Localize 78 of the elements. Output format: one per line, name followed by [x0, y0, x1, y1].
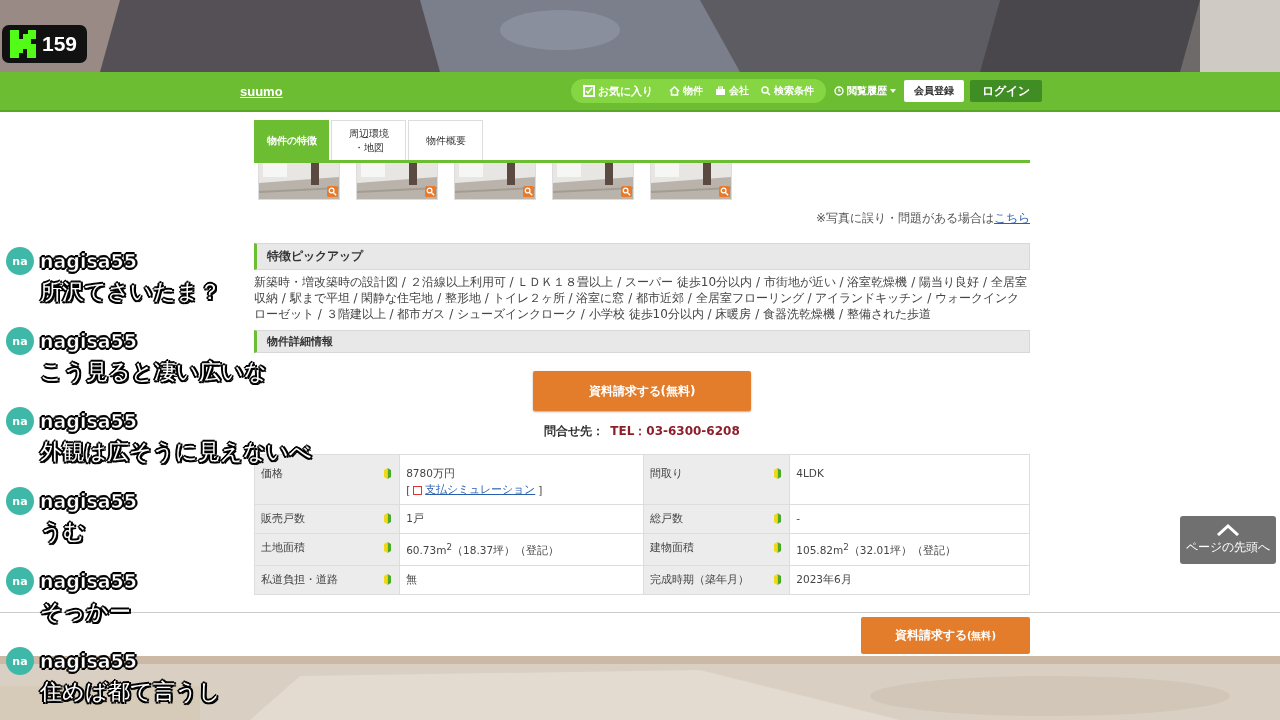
chat-username: nagisa55	[40, 410, 138, 432]
report-link[interactable]: こちら	[994, 211, 1030, 225]
beginner-mark-icon[interactable]	[773, 572, 783, 585]
k-logo-icon	[10, 30, 36, 58]
nav-link[interactable]: 物件	[669, 84, 703, 98]
tab[interactable]: 物件の特徴	[254, 120, 329, 160]
row-value: 60.73m$^{2}$（18.37坪）（登記）	[406, 543, 560, 556]
chat-username: nagisa55	[40, 490, 138, 512]
beginner-mark-icon[interactable]	[383, 541, 393, 553]
row-value: 2023年6月	[796, 572, 852, 585]
row-label: 総戸数	[643, 504, 768, 534]
request-button[interactable]: 資料請求する(無料)	[533, 371, 751, 411]
chat-username: nagisa55	[40, 250, 138, 272]
magnifier-icon[interactable]	[719, 186, 730, 197]
chat-username: nagisa55	[40, 650, 138, 672]
chat-message: こう見ると凄い広いな	[40, 357, 267, 387]
beginner-mark-icon[interactable]	[773, 467, 783, 479]
bracket-text: ]	[538, 484, 543, 496]
nav-link[interactable]: 検索条件	[761, 84, 814, 98]
row-value: 無	[406, 572, 418, 585]
row-value: 105.82m$^{2}$（32.01坪）（登記）	[796, 543, 956, 556]
tab[interactable]: 周辺環境 ・地図	[331, 120, 406, 160]
row-value: 4LDK	[796, 467, 824, 479]
contact-label: 問合せ先：	[544, 424, 605, 438]
chat-message: 住めば都て言うし	[40, 678, 221, 706]
history-menu[interactable]: 閲覧履歴	[834, 84, 896, 98]
house-icon	[669, 86, 680, 96]
avatar: na	[6, 247, 34, 275]
phone-number: TEL：03-6300-6208	[610, 424, 740, 438]
nav-link[interactable]: お気に入り	[583, 83, 653, 99]
login-button[interactable]: ログイン	[970, 80, 1042, 102]
square-icon	[413, 485, 423, 495]
row-label: 完成時期（築年月）	[643, 565, 768, 594]
site-logo[interactable]: suumo	[240, 83, 283, 99]
request-button[interactable]: 資料請求する(無料)	[861, 617, 1030, 654]
avatar: na	[6, 327, 34, 355]
beginner-mark-icon[interactable]	[383, 572, 393, 585]
beginner-mark-icon[interactable]	[773, 512, 783, 524]
chat-username: nagisa55	[40, 330, 138, 352]
feature-list: 新築時・増改築時の設計図 / ２沿線以上利用可 / ＬＤＫ１８畳以上 / スーパー 徒歩10分以内 / 市街地が近い / 浴室乾燥機 / 陽当り良好 / 全居室収納 / 駅まで平坦 / 閑静な住宅地 / 整形地 / トイレ２ヶ所 / 浴室に窓 / 都市近郊 / 全居室フローリング / アイランドキッチン / ウォークインクローゼット / ３階建以上 / 都市ガス / シューズインクローク / 小学校 徒歩10分以内 / 床暖房 / 食器洗乾燥機 / 整備された歩道	[254, 274, 1030, 322]
row-label: 間取り	[643, 454, 768, 505]
section-heading: 特徴ピックアップ	[254, 243, 1030, 270]
register-button[interactable]: 会員登録	[904, 80, 964, 102]
avatar: na	[6, 407, 34, 435]
nav-link[interactable]: 会社	[715, 84, 749, 98]
search-icon	[761, 86, 771, 96]
photo-note: ※写真に誤り・問題がある場合は	[815, 211, 994, 225]
row-value: 1戸	[406, 512, 424, 524]
avatar: na	[6, 487, 34, 515]
row-value: 8780万円	[406, 467, 455, 479]
caret-icon	[890, 89, 896, 93]
row-label: 土地面積	[254, 533, 378, 565]
bracket-text: [	[406, 484, 411, 496]
magnifier-icon[interactable]	[327, 186, 338, 197]
chevron-up-icon	[1216, 524, 1240, 536]
briefcase-icon	[715, 86, 726, 96]
beginner-mark-icon[interactable]	[383, 467, 393, 479]
row-value: -	[796, 512, 801, 524]
row-label: 販売戸数	[254, 504, 378, 534]
tab[interactable]: 物件概要	[408, 120, 483, 160]
row-label: 建物面積	[643, 533, 768, 565]
chat-message: そっかー	[40, 598, 131, 627]
clock-icon	[834, 86, 844, 96]
avatar: na	[6, 567, 34, 595]
beginner-mark-icon[interactable]	[383, 512, 393, 524]
magnifier-icon[interactable]	[425, 186, 436, 197]
checkbox-icon	[583, 85, 595, 97]
simulation-link[interactable]: 支払シミュレーション	[425, 483, 536, 497]
section-heading: 物件詳細情報	[254, 330, 1030, 353]
magnifier-icon[interactable]	[523, 186, 534, 197]
viewer-count-badge: 159	[2, 25, 88, 63]
beginner-mark-icon[interactable]	[773, 541, 783, 553]
magnifier-icon[interactable]	[621, 186, 632, 197]
chat-message: うむ	[40, 518, 86, 547]
chat-username: nagisa55	[40, 570, 138, 592]
page-top-button[interactable]: ページの先頭へ	[1180, 516, 1276, 564]
chat-message: 所沢てさいたま？	[40, 278, 221, 307]
row-label: 私道負担・道路	[254, 565, 378, 594]
